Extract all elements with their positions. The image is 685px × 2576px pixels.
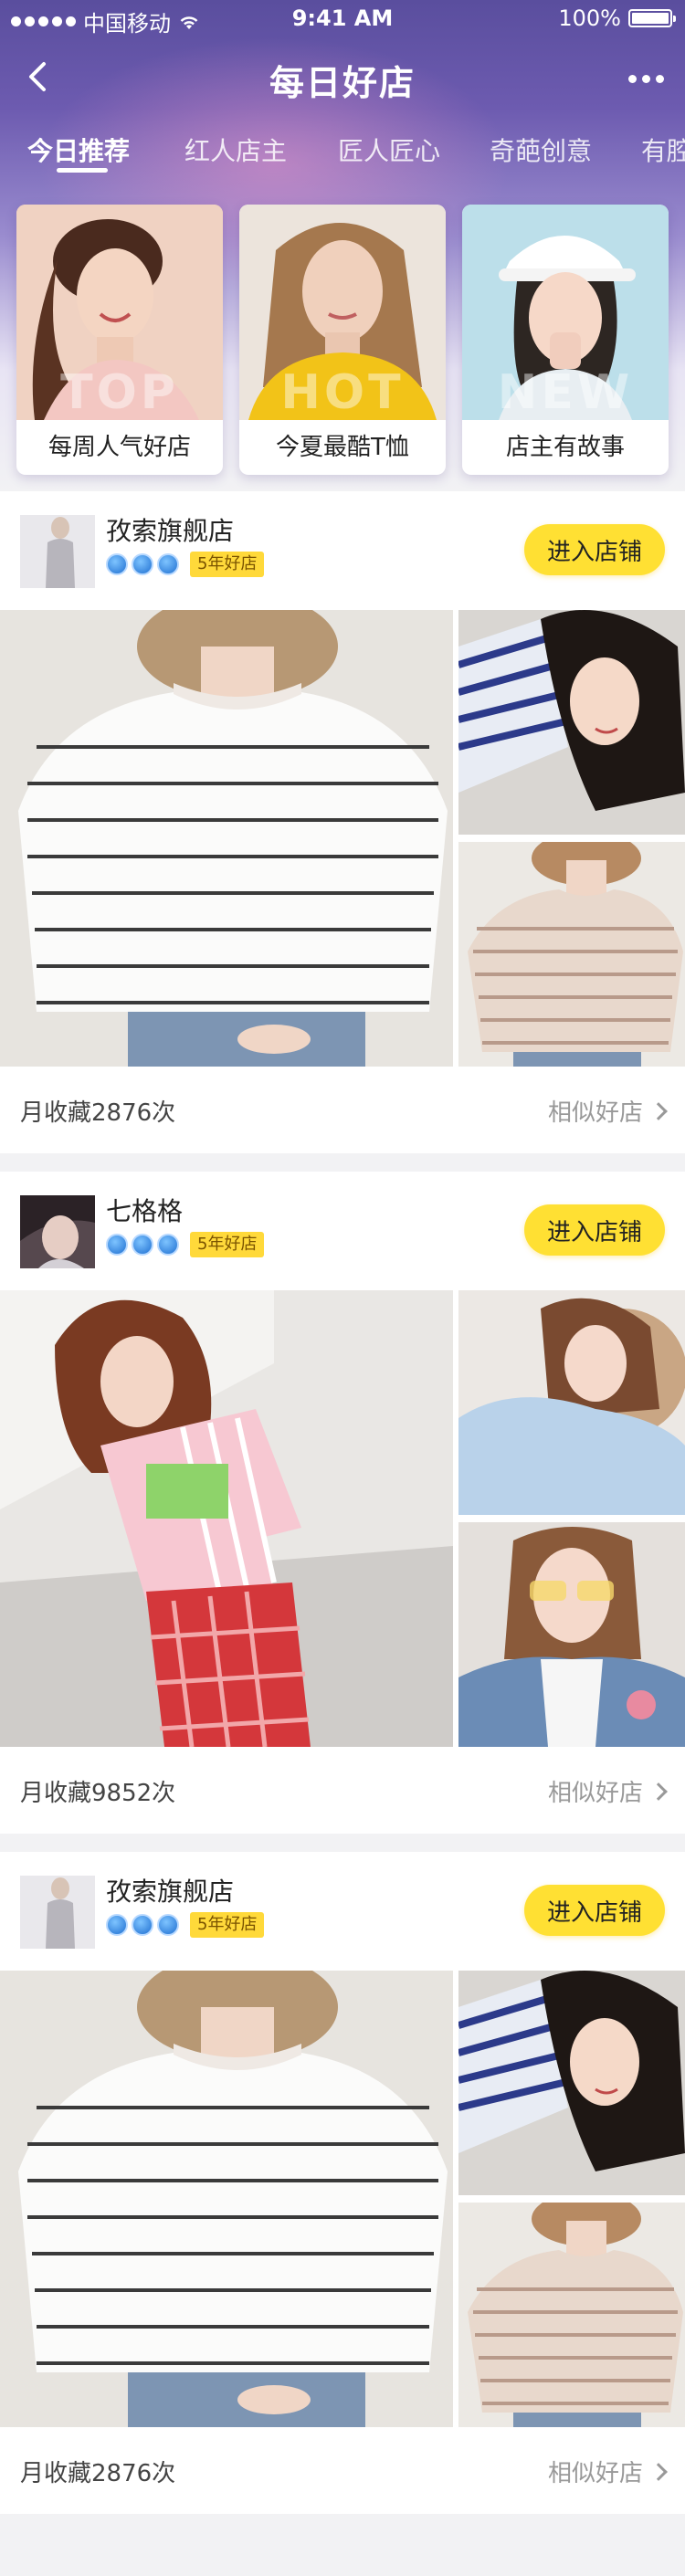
battery-icon xyxy=(628,9,676,27)
featured-card-label: 每周人气好店 xyxy=(47,434,191,461)
product-photo-main[interactable] xyxy=(0,1971,453,2427)
product-photo-secondary[interactable] xyxy=(458,1971,685,2195)
medal-icon xyxy=(106,1914,128,1936)
similar-shops-label: 相似好店 xyxy=(547,1780,643,1807)
page: { "status_bar": {"carrier": "中国移动", "tim… xyxy=(0,0,685,2576)
featured-image: NEW xyxy=(462,205,669,420)
shop-rating xyxy=(106,1234,179,1256)
shop-header: 孜索旗舰店 5年好店 进入店铺 xyxy=(0,1852,685,1971)
shop-avatar[interactable] xyxy=(20,515,95,588)
active-tab-indicator xyxy=(57,168,108,173)
shop-avatar[interactable] xyxy=(20,1195,95,1268)
shop-header: 孜索旗舰店 5年好店 进入店铺 xyxy=(0,491,685,610)
medal-icon xyxy=(157,1914,179,1936)
similar-shops-label: 相似好店 xyxy=(547,2460,643,2487)
featured-card-story[interactable]: NEW 店主有故事 xyxy=(462,205,669,475)
medal-icon xyxy=(132,1234,153,1256)
medal-icon xyxy=(106,1234,128,1256)
monthly-favorites: 月收藏2876次 xyxy=(20,2460,176,2487)
shop-age-badge: 5年好店 xyxy=(190,552,265,577)
card-overlay-text: TOP xyxy=(60,365,179,420)
page-title: 每日好店 xyxy=(269,63,416,103)
featured-card-popular[interactable]: TOP 每周人气好店 xyxy=(16,205,223,475)
shop-footer: 月收藏2876次 相似好店 xyxy=(0,1067,685,1153)
shop-avatar[interactable] xyxy=(20,1876,95,1949)
shop-photos xyxy=(0,1971,685,2427)
shop-footer: 月收藏2876次 相似好店 xyxy=(0,2427,685,2514)
status-bar: 中国移动 9:41 AM 100% xyxy=(0,0,685,37)
medal-icon xyxy=(106,553,128,575)
shop-card: 孜索旗舰店 5年好店 进入店铺 月收藏2876次 相似好店 xyxy=(0,1852,685,2514)
chevron-right-icon xyxy=(649,1782,668,1801)
shop-age-badge: 5年好店 xyxy=(190,1912,265,1938)
product-photo-secondary[interactable] xyxy=(458,1522,685,1747)
tab-influencer[interactable]: 红人店主 xyxy=(184,131,287,168)
similar-shops-link[interactable]: 相似好店 xyxy=(547,2455,668,2488)
monthly-favorites: 月收藏2876次 xyxy=(20,1099,176,1127)
enter-shop-button[interactable]: 进入店铺 xyxy=(524,524,665,575)
featured-card-label: 今夏最酷T恤 xyxy=(276,434,409,461)
shop-name[interactable]: 孜索旗舰店 xyxy=(106,1872,234,1908)
similar-shops-label: 相似好店 xyxy=(547,1099,643,1127)
shop-card: 七格格 5年好店 进入店铺 月收藏9852次 相似好店 xyxy=(0,1172,685,1834)
featured-card-tshirt[interactable]: HOT 今夏最酷T恤 xyxy=(239,205,446,475)
medal-icon xyxy=(132,1914,153,1936)
tab-creative[interactable]: 奇葩创意 xyxy=(490,131,592,168)
tab-craftsman[interactable]: 匠人匠心 xyxy=(338,131,440,168)
featured-image: HOT xyxy=(239,205,446,420)
featured-image: TOP xyxy=(16,205,223,420)
nav-bar: 每日好店 xyxy=(0,42,685,115)
shop-name[interactable]: 孜索旗舰店 xyxy=(106,511,234,548)
battery-percent: 100% xyxy=(558,5,621,31)
product-photo-secondary[interactable] xyxy=(458,610,685,835)
similar-shops-link[interactable]: 相似好店 xyxy=(547,1094,668,1128)
chevron-right-icon xyxy=(649,1101,668,1120)
shop-name[interactable]: 七格格 xyxy=(106,1192,183,1228)
product-photo-main[interactable] xyxy=(0,1290,453,1747)
enter-shop-button[interactable]: 进入店铺 xyxy=(524,1885,665,1936)
shop-header: 七格格 5年好店 进入店铺 xyxy=(0,1172,685,1290)
shop-footer: 月收藏9852次 相似好店 xyxy=(0,1747,685,1834)
tab-more[interactable]: 有腔 xyxy=(641,131,685,168)
shop-rating xyxy=(106,1914,179,1936)
enter-shop-button[interactable]: 进入店铺 xyxy=(524,1204,665,1256)
shop-age-badge: 5年好店 xyxy=(190,1232,265,1257)
card-overlay-text: HOT xyxy=(280,365,405,420)
medal-icon xyxy=(132,553,153,575)
medal-icon xyxy=(157,1234,179,1256)
shop-photos xyxy=(0,1290,685,1747)
tab-today[interactable]: 今日推荐 xyxy=(27,131,130,168)
card-overlay-text: NEW xyxy=(497,365,634,420)
monthly-favorites: 月收藏9852次 xyxy=(20,1780,176,1807)
product-photo-secondary[interactable] xyxy=(458,2203,685,2427)
product-photo-main[interactable] xyxy=(0,610,453,1067)
shop-rating xyxy=(106,553,179,575)
more-icon[interactable] xyxy=(623,60,669,97)
medal-icon xyxy=(157,553,179,575)
featured-cards: TOP 每周人气好店 HOT 今夏最酷T恤 NEW 店主有故事 xyxy=(16,205,669,475)
featured-card-label: 店主有故事 xyxy=(505,434,625,461)
chevron-right-icon xyxy=(649,2462,668,2481)
shop-photos xyxy=(0,610,685,1067)
similar-shops-link[interactable]: 相似好店 xyxy=(547,1774,668,1808)
product-photo-secondary[interactable] xyxy=(458,1290,685,1515)
product-photo-secondary[interactable] xyxy=(458,842,685,1067)
shop-card: 孜索旗舰店 5年好店 进入店铺 月收藏2876次 相似好店 xyxy=(0,491,685,1153)
